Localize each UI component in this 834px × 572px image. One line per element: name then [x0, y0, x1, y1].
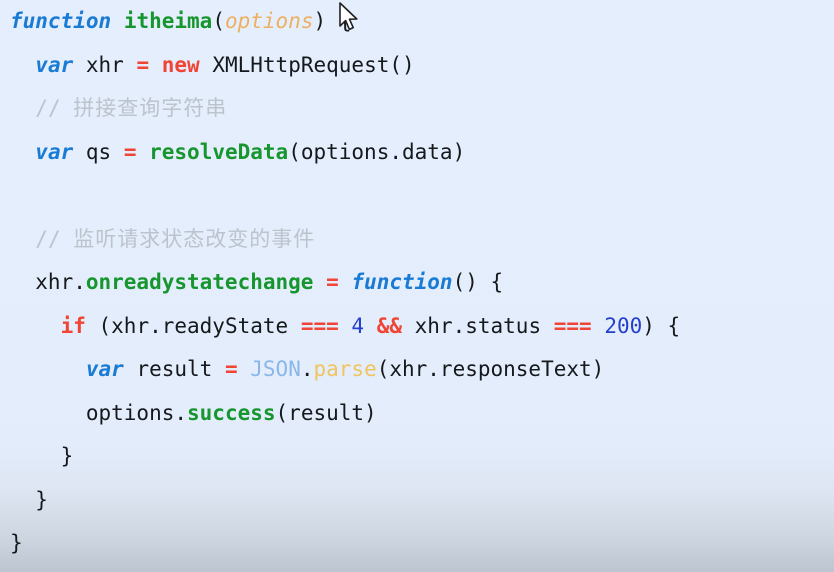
- code-token-op: &&: [376, 313, 403, 338]
- code-token-func: resolveData: [149, 139, 289, 164]
- code-token-plain: xhr.status: [402, 313, 554, 338]
- code-token-plain: xhr.: [10, 270, 86, 294]
- code-token-plain: }: [10, 487, 48, 512]
- code-token-comment-cjk: 监听请求状态改变的事件: [73, 226, 316, 251]
- code-line[interactable]: }: [0, 479, 834, 523]
- code-token-keyword: var: [85, 357, 124, 381]
- code-line[interactable]: function itheima(options) {: [0, 0, 834, 44]
- code-token-plain: }: [10, 444, 74, 468]
- code-token-comment: //: [35, 226, 74, 251]
- code-token-func: itheima: [123, 9, 213, 33]
- code-token-op: if: [60, 313, 86, 338]
- code-token-keyword: var: [35, 139, 74, 164]
- code-token-method: parse: [313, 357, 377, 381]
- code-token-op: =: [123, 139, 137, 164]
- code-token-plain: options.: [10, 400, 188, 425]
- code-token-plain: result: [123, 357, 225, 381]
- code-token-plain: xhr: [73, 52, 137, 77]
- code-token-plain: (options.data): [288, 139, 466, 164]
- code-token-num: 4: [351, 313, 365, 338]
- code-token-param: options: [224, 9, 314, 33]
- code-token-op: =: [224, 357, 238, 381]
- code-editor-surface[interactable]: function itheima(options) { var xhr = ne…: [0, 0, 834, 572]
- code-token-op: ===: [553, 313, 592, 338]
- code-token-plain: () {: [452, 270, 504, 294]
- code-token-num: 200: [604, 313, 643, 338]
- code-token-plain: XMLHttpRequest(): [199, 52, 415, 77]
- code-token-func: success: [187, 400, 276, 425]
- code-token-plain: (xhr.responseText): [376, 357, 605, 381]
- code-token-plain: (result): [275, 400, 377, 425]
- code-token-op: ===: [300, 313, 339, 338]
- code-line[interactable]: }: [0, 435, 834, 479]
- code-token-op: =: [326, 270, 339, 294]
- code-line[interactable]: if (xhr.readyState === 4 && xhr.status =…: [0, 305, 834, 349]
- code-line[interactable]: [0, 174, 834, 218]
- code-token-plain: (: [212, 9, 225, 33]
- code-token-func: onreadystatechange: [85, 270, 314, 294]
- code-block[interactable]: function itheima(options) { var xhr = ne…: [0, 0, 834, 566]
- code-line[interactable]: var result = JSON.parse(xhr.responseText…: [0, 348, 834, 392]
- code-token-plain: ) {: [313, 9, 352, 33]
- code-token-plain: ) {: [642, 313, 681, 338]
- code-token-keyword: function: [10, 9, 112, 33]
- code-line[interactable]: // 拼接查询字符串: [0, 87, 834, 131]
- code-token-op: =: [136, 52, 150, 77]
- code-token-builtin: JSON: [250, 357, 301, 381]
- code-token-plain: qs: [73, 139, 124, 164]
- code-token-comment-cjk: 拼接查询字符串: [73, 96, 228, 120]
- code-token-comment: //: [35, 96, 74, 120]
- code-token-keyword: function: [351, 270, 453, 294]
- code-line[interactable]: options.success(result): [0, 392, 834, 436]
- code-token-plain: }: [10, 531, 23, 555]
- code-line[interactable]: // 监听请求状态改变的事件: [0, 218, 834, 262]
- code-line[interactable]: var xhr = new XMLHttpRequest(): [0, 44, 834, 88]
- code-line[interactable]: xhr.onreadystatechange = function() {: [0, 261, 834, 305]
- code-token-plain: .: [300, 357, 314, 381]
- code-token-plain: (xhr.readyState: [85, 313, 301, 338]
- code-token-new: new: [161, 52, 200, 77]
- code-token-keyword: var: [35, 52, 74, 77]
- code-line[interactable]: }: [0, 522, 834, 566]
- code-line[interactable]: var qs = resolveData(options.data): [0, 131, 834, 175]
